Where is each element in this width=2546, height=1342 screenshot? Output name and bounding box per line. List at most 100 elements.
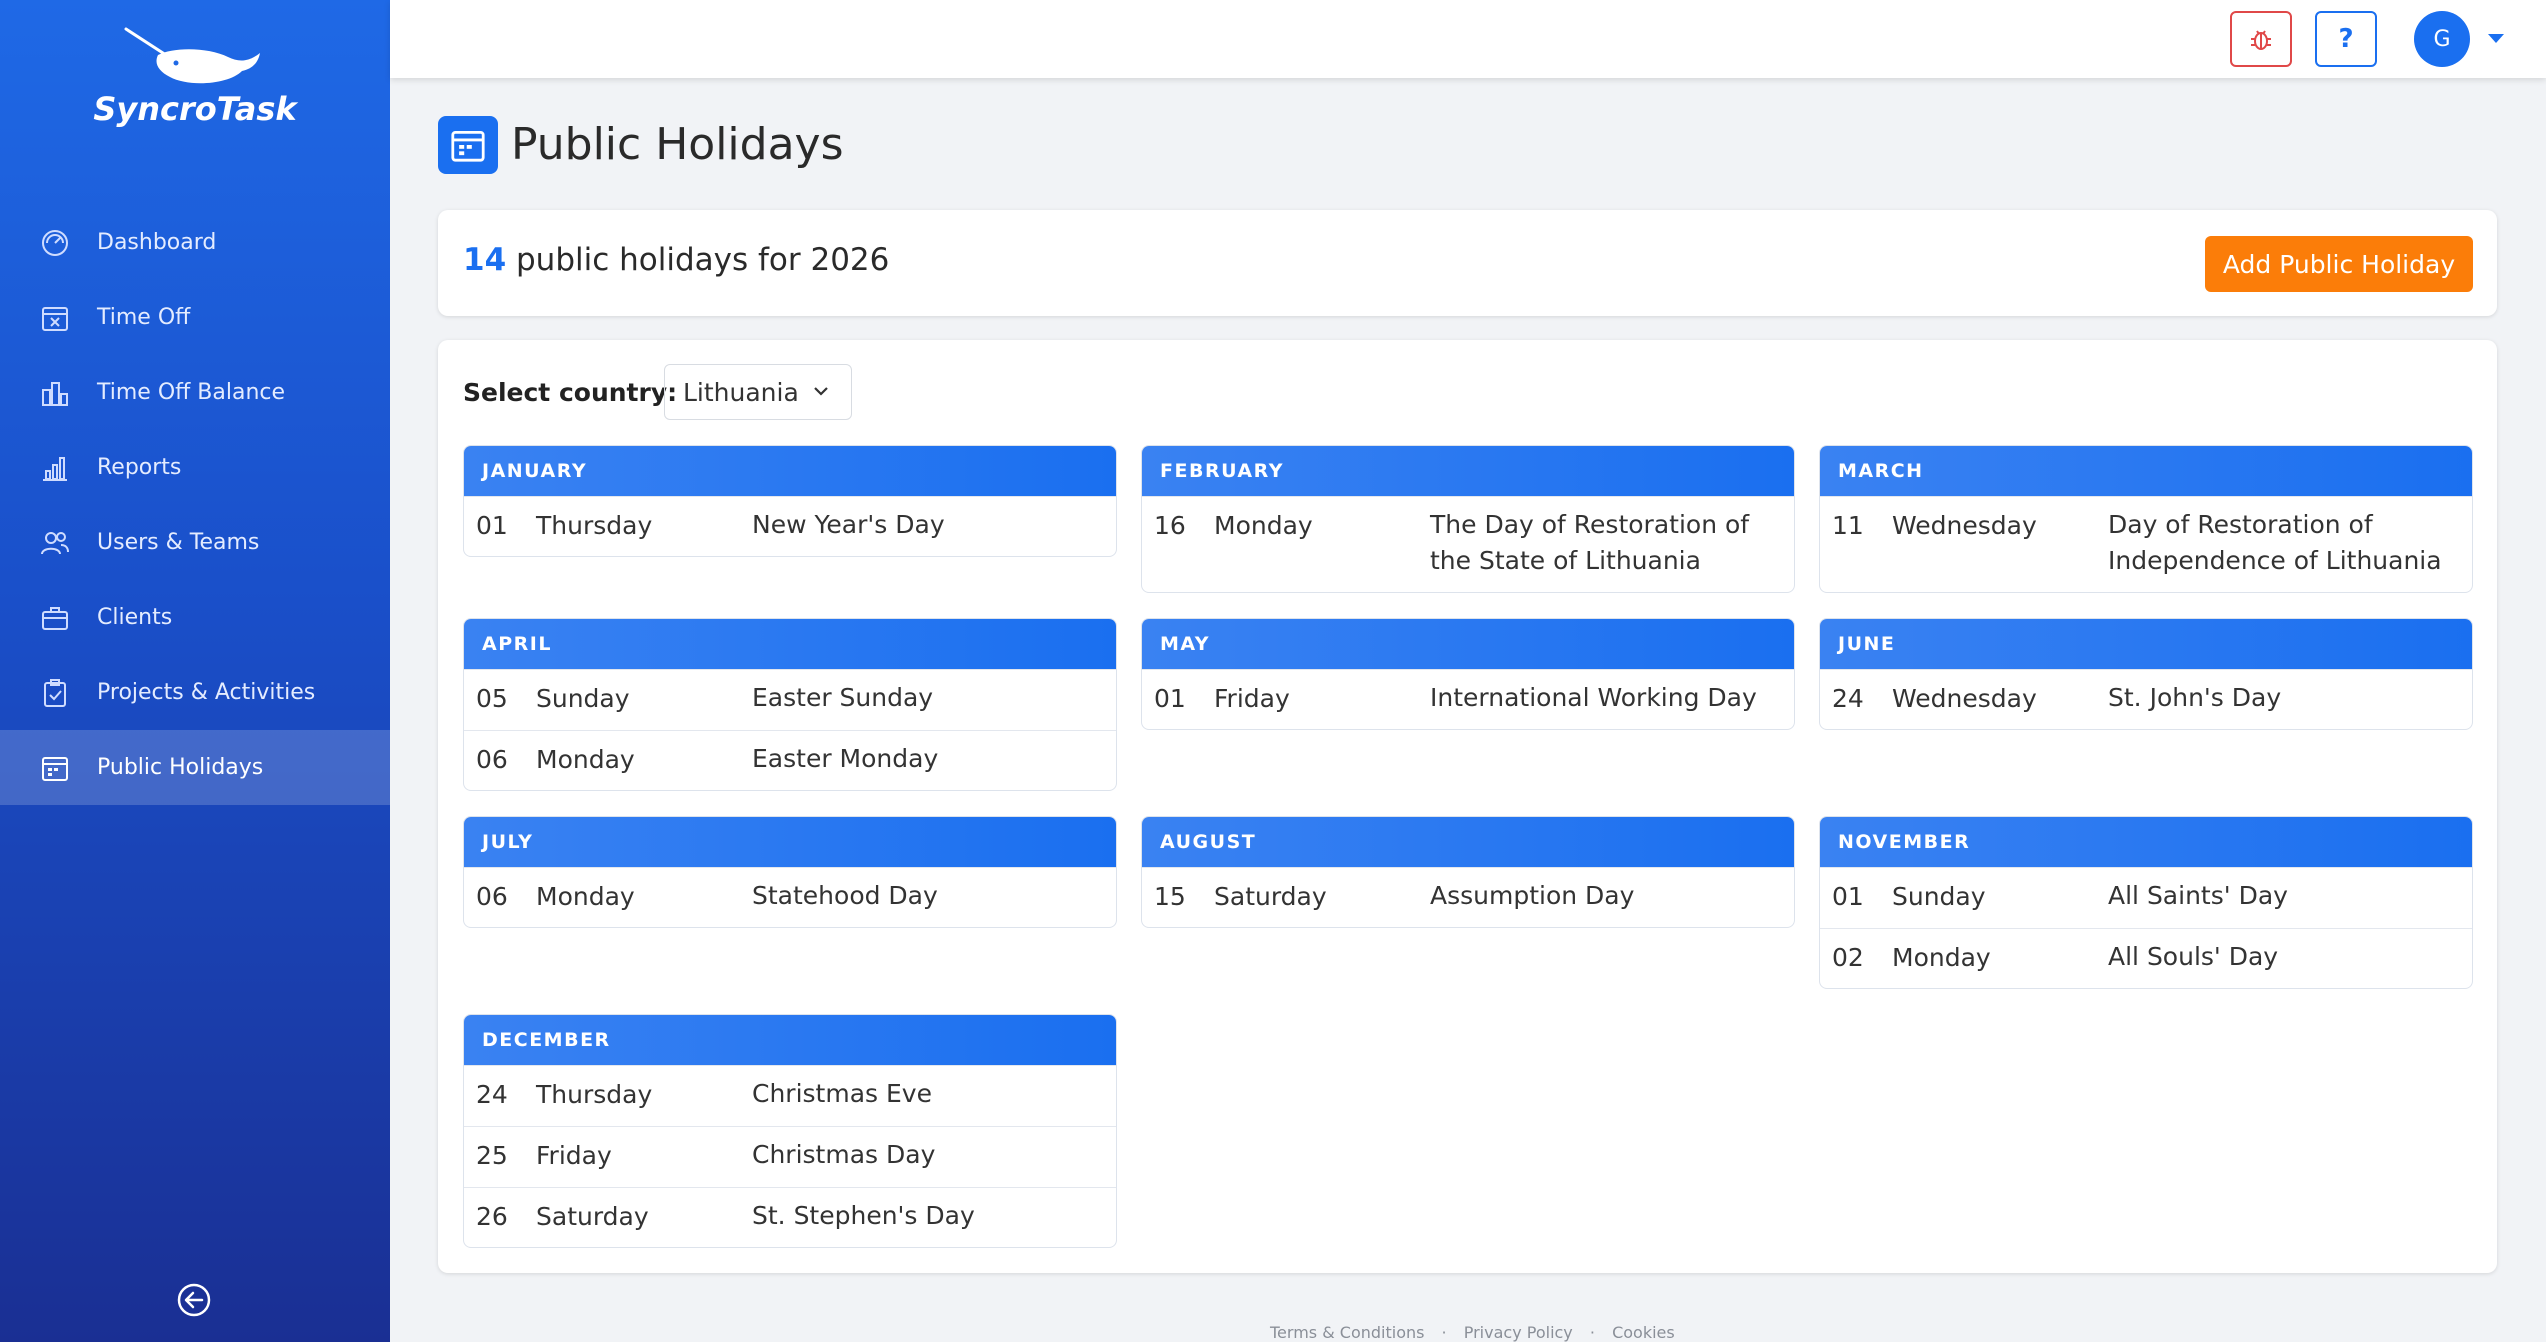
month-card-november: NOVEMBER 01 Sunday All Saints' Day 02 Mo… bbox=[1819, 816, 2473, 989]
sidebar-item-time-off[interactable]: Time Off bbox=[0, 280, 390, 355]
holidays-card: Select country: Lithuania JANUARY 01 Thu… bbox=[438, 340, 2497, 1273]
holiday-row[interactable]: 26 Saturday St. Stephen's Day bbox=[464, 1187, 1116, 1247]
holiday-row[interactable]: 06 Monday Statehood Day bbox=[464, 867, 1116, 927]
narwhal-logo-icon bbox=[124, 27, 260, 84]
holiday-row[interactable]: 06 Monday Easter Monday bbox=[464, 730, 1116, 790]
top-bar: ? G bbox=[390, 0, 2546, 78]
holiday-summary-text: public holidays for 2026 bbox=[516, 242, 890, 278]
holiday-row[interactable]: 16 Monday The Day of Restoration of the … bbox=[1142, 496, 1794, 592]
gauge-icon bbox=[38, 226, 72, 260]
holiday-row[interactable]: 01 Friday International Working Day bbox=[1142, 669, 1794, 729]
help-button[interactable]: ? bbox=[2315, 11, 2377, 67]
caret-down-icon[interactable] bbox=[2488, 34, 2504, 43]
holiday-day: 24 bbox=[1832, 684, 1864, 713]
chevron-down-icon bbox=[814, 387, 828, 396]
sidebar-item-clients[interactable]: Clients bbox=[0, 580, 390, 655]
add-public-holiday-button[interactable]: Add Public Holiday bbox=[2205, 236, 2473, 292]
holiday-name: St. Stephen's Day bbox=[752, 1201, 975, 1230]
sidebar-item-label: Time Off bbox=[97, 305, 191, 330]
month-header: FEBRUARY bbox=[1142, 446, 1794, 496]
holiday-row[interactable]: 01 Sunday All Saints' Day bbox=[1820, 867, 2472, 928]
holiday-row[interactable]: 01 Thursday New Year's Day bbox=[464, 496, 1116, 556]
holiday-day: 06 bbox=[476, 882, 508, 911]
holiday-weekday: Friday bbox=[1214, 684, 1290, 713]
month-card-march: MARCH 11 Wednesday Day of Restoration of… bbox=[1819, 445, 2473, 593]
sidebar-item-label: Public Holidays bbox=[97, 755, 264, 780]
holiday-day: 25 bbox=[476, 1141, 508, 1170]
arrow-left-circle-icon bbox=[177, 1283, 211, 1317]
holiday-name: New Year's Day bbox=[752, 510, 945, 539]
sidebar-nav: Dashboard Time Off Time Off Balance Repo… bbox=[0, 205, 390, 805]
month-header: JANUARY bbox=[464, 446, 1116, 496]
sidebar-item-projects-activities[interactable]: Projects & Activities bbox=[0, 655, 390, 730]
country-select-value: Lithuania bbox=[683, 377, 799, 407]
holiday-summary: 14 public holidays for 2026 bbox=[463, 242, 889, 278]
help-icon: ? bbox=[2338, 24, 2354, 54]
holiday-weekday: Wednesday bbox=[1892, 684, 2037, 713]
sidebar-item-time-off-balance[interactable]: Time Off Balance bbox=[0, 355, 390, 430]
report-bug-button[interactable] bbox=[2230, 11, 2292, 67]
holiday-row[interactable]: 25 Friday Christmas Day bbox=[464, 1126, 1116, 1187]
sidebar-item-label: Clients bbox=[97, 605, 173, 630]
month-card-january: JANUARY 01 Thursday New Year's Day bbox=[463, 445, 1117, 557]
sidebar-item-label: Users & Teams bbox=[97, 530, 260, 555]
holiday-name: Statehood Day bbox=[752, 881, 938, 910]
month-header: JULY bbox=[464, 817, 1116, 867]
holiday-name: Christmas Day bbox=[752, 1140, 936, 1169]
sidebar-item-reports[interactable]: Reports bbox=[0, 430, 390, 505]
holiday-weekday: Monday bbox=[1214, 511, 1313, 540]
page-calendar-icon bbox=[438, 116, 498, 174]
holiday-row[interactable]: 24 Thursday Christmas Eve bbox=[464, 1065, 1116, 1126]
holiday-weekday: Monday bbox=[536, 745, 635, 774]
collapse-sidebar-button[interactable] bbox=[176, 1282, 212, 1318]
holiday-row[interactable]: 15 Saturday Assumption Day bbox=[1142, 867, 1794, 927]
holiday-row[interactable]: 24 Wednesday St. John's Day bbox=[1820, 669, 2472, 729]
holiday-weekday: Sunday bbox=[1892, 882, 1986, 911]
app-logo[interactable]: SyncroTask bbox=[0, 20, 390, 140]
holiday-name: All Souls' Day bbox=[2108, 942, 2279, 971]
sidebar-item-label: Dashboard bbox=[97, 230, 217, 255]
holiday-row[interactable]: 05 Sunday Easter Sunday bbox=[464, 669, 1116, 730]
month-card-july: JULY 06 Monday Statehood Day bbox=[463, 816, 1117, 928]
cookies-link[interactable]: Cookies bbox=[1612, 1323, 1675, 1342]
month-header: JUNE bbox=[1820, 619, 2472, 669]
holiday-day: 11 bbox=[1832, 511, 1864, 540]
privacy-link[interactable]: Privacy Policy bbox=[1464, 1323, 1573, 1342]
sidebar-item-label: Projects & Activities bbox=[97, 680, 316, 705]
month-card-february: FEBRUARY 16 Monday The Day of Restoratio… bbox=[1141, 445, 1795, 593]
footer: Terms & Conditions · Privacy Policy · Co… bbox=[1264, 1323, 1681, 1342]
country-select[interactable]: Lithuania bbox=[664, 364, 852, 420]
holiday-name: Easter Sunday bbox=[752, 683, 934, 712]
month-card-december: DECEMBER 24 Thursday Christmas Eve 25 Fr… bbox=[463, 1014, 1117, 1248]
avatar-initial: G bbox=[2433, 26, 2451, 52]
summary-card: 14 public holidays for 2026 Add Public H… bbox=[438, 210, 2497, 316]
footer-separator: · bbox=[1441, 1323, 1447, 1342]
month-card-august: AUGUST 15 Saturday Assumption Day bbox=[1141, 816, 1795, 928]
holiday-name: Easter Monday bbox=[752, 744, 939, 773]
month-header: APRIL bbox=[464, 619, 1116, 669]
holiday-row[interactable]: 11 Wednesday Day of Restoration of Indep… bbox=[1820, 496, 2472, 592]
month-header: DECEMBER bbox=[464, 1015, 1116, 1065]
sidebar: SyncroTask Dashboard Time Off Time Off B… bbox=[0, 0, 390, 1342]
month-header: MARCH bbox=[1820, 446, 2472, 496]
holiday-row[interactable]: 02 Monday All Souls' Day bbox=[1820, 928, 2472, 988]
clipboard-check-icon bbox=[38, 676, 72, 710]
month-header: NOVEMBER bbox=[1820, 817, 2472, 867]
calendar-grid-icon bbox=[38, 751, 72, 785]
holiday-weekday: Sunday bbox=[536, 684, 630, 713]
holiday-weekday: Monday bbox=[536, 882, 635, 911]
holiday-day: 16 bbox=[1154, 511, 1186, 540]
terms-link[interactable]: Terms & Conditions bbox=[1270, 1323, 1424, 1342]
bar-chart-icon bbox=[38, 451, 72, 485]
user-avatar[interactable]: G bbox=[2414, 11, 2470, 67]
holiday-name: Day of Restoration of Independence of Li… bbox=[2108, 510, 2442, 575]
holiday-day: 05 bbox=[476, 684, 508, 713]
holiday-count: 14 bbox=[463, 242, 507, 278]
sidebar-item-public-holidays[interactable]: Public Holidays bbox=[0, 730, 390, 805]
sidebar-item-users-teams[interactable]: Users & Teams bbox=[0, 505, 390, 580]
month-card-may: MAY 01 Friday International Working Day bbox=[1141, 618, 1795, 730]
bug-icon bbox=[2251, 30, 2271, 50]
holiday-weekday: Thursday bbox=[536, 511, 653, 540]
holiday-weekday: Saturday bbox=[536, 1202, 649, 1231]
sidebar-item-dashboard[interactable]: Dashboard bbox=[0, 205, 390, 280]
